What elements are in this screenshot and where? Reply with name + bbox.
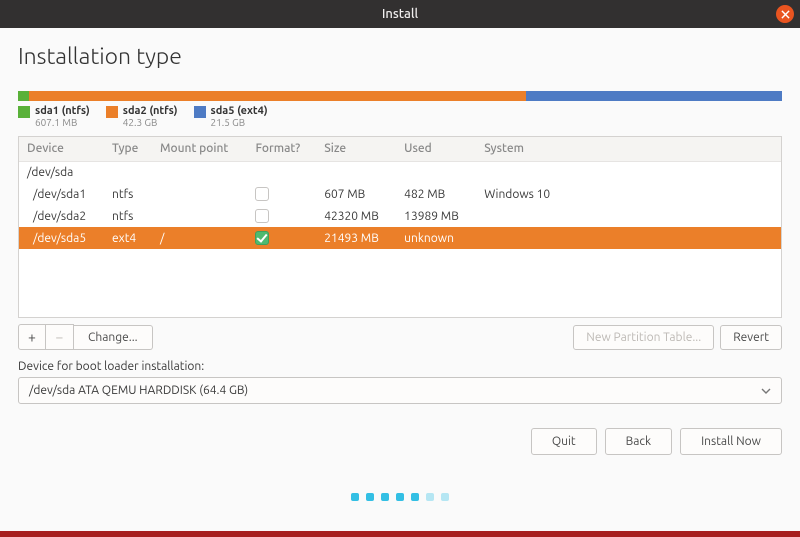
revert-button[interactable]: Revert xyxy=(720,325,782,350)
legend-swatch xyxy=(106,106,118,118)
legend-name: sda1 (ntfs) xyxy=(35,105,90,117)
progress-dot xyxy=(441,493,449,501)
cell-size: 21493 MB xyxy=(316,227,396,249)
cell-mount xyxy=(152,161,247,183)
format-checkbox[interactable] xyxy=(255,231,269,245)
table-row[interactable]: /dev/sda2 ntfs 42320 MB 13989 MB xyxy=(19,205,781,227)
window-title: Install xyxy=(382,7,418,21)
progress-dot xyxy=(411,493,419,501)
progress-dot xyxy=(396,493,404,501)
legend-swatch xyxy=(18,106,30,118)
col-size[interactable]: Size xyxy=(316,137,396,161)
footer-stripe xyxy=(0,531,800,537)
chevron-down-icon xyxy=(761,384,771,397)
cell-used: unknown xyxy=(396,227,476,249)
cell-format xyxy=(247,161,316,183)
cell-size xyxy=(316,161,396,183)
table-header: Device Type Mount point Format? Size Use… xyxy=(19,137,781,161)
format-checkbox[interactable] xyxy=(255,187,269,201)
progress-dot xyxy=(381,493,389,501)
col-device[interactable]: Device xyxy=(19,137,104,161)
cell-system xyxy=(476,161,781,183)
cell-type: ext4 xyxy=(104,227,152,249)
remove-partition-button[interactable]: − xyxy=(46,324,74,350)
legend-name: sda2 (ntfs) xyxy=(123,105,178,117)
legend-name: sda5 (ext4) xyxy=(211,105,268,117)
cell-device: /dev/sda5 xyxy=(19,227,104,249)
cell-system xyxy=(476,227,781,249)
legend-item: sda1 (ntfs) 607.1 MB xyxy=(18,105,90,128)
cell-format xyxy=(247,205,316,227)
table-row[interactable]: /dev/sda1 ntfs 607 MB 482 MB Windows 10 xyxy=(19,183,781,205)
legend-swatch xyxy=(194,106,206,118)
cell-device: /dev/sda1 xyxy=(19,183,104,205)
progress-dot xyxy=(351,493,359,501)
disk-usage-bar xyxy=(18,91,782,101)
table-body: /dev/sda /dev/sda1 ntfs 607 MB 482 MB Wi… xyxy=(19,161,781,249)
legend-item: sda2 (ntfs) 42.3 GB xyxy=(106,105,178,128)
cell-type: ntfs xyxy=(104,183,152,205)
usage-segment xyxy=(29,91,526,101)
cell-used: 13989 MB xyxy=(396,205,476,227)
table-empty-space xyxy=(19,249,781,317)
partition-table: Device Type Mount point Format? Size Use… xyxy=(18,136,782,318)
col-system[interactable]: System xyxy=(476,137,781,161)
col-format[interactable]: Format? xyxy=(247,137,316,161)
table-row[interactable]: /dev/sda5 ext4 / 21493 MB unknown xyxy=(19,227,781,249)
cell-device: /dev/sda xyxy=(19,161,104,183)
col-mount[interactable]: Mount point xyxy=(152,137,247,161)
disk-legend: sda1 (ntfs) 607.1 MB sda2 (ntfs) 42.3 GB… xyxy=(18,105,782,128)
cell-type xyxy=(104,161,152,183)
cell-used xyxy=(396,161,476,183)
cell-system: Windows 10 xyxy=(476,183,781,205)
legend-size: 42.3 GB xyxy=(123,117,178,128)
cell-format xyxy=(247,227,316,249)
bootloader-label: Device for boot loader installation: xyxy=(18,360,782,373)
col-type[interactable]: Type xyxy=(104,137,152,161)
titlebar: Install xyxy=(0,0,800,28)
cell-device: /dev/sda2 xyxy=(19,205,104,227)
cell-size: 42320 MB xyxy=(316,205,396,227)
cell-mount xyxy=(152,205,247,227)
change-partition-button[interactable]: Change... xyxy=(74,325,153,350)
new-partition-table-button[interactable]: New Partition Table... xyxy=(573,325,714,350)
cell-mount: / xyxy=(152,227,247,249)
cell-system xyxy=(476,205,781,227)
usage-segment xyxy=(18,91,29,101)
legend-item: sda5 (ext4) 21.5 GB xyxy=(194,105,268,128)
bootloader-selected: /dev/sda ATA QEMU HARDDISK (64.4 GB) xyxy=(29,384,248,397)
legend-size: 607.1 MB xyxy=(35,117,90,128)
partition-toolbar: + − Change... New Partition Table... Rev… xyxy=(18,324,782,350)
cell-used: 482 MB xyxy=(396,183,476,205)
cell-mount xyxy=(152,183,247,205)
cell-size: 607 MB xyxy=(316,183,396,205)
close-icon xyxy=(781,10,790,19)
cell-type: ntfs xyxy=(104,205,152,227)
nav-buttons: Quit Back Install Now xyxy=(18,428,782,455)
quit-button[interactable]: Quit xyxy=(531,428,597,455)
add-partition-button[interactable]: + xyxy=(18,324,46,350)
cell-format xyxy=(247,183,316,205)
usage-segment xyxy=(526,91,782,101)
bootloader-device-select[interactable]: /dev/sda ATA QEMU HARDDISK (64.4 GB) xyxy=(18,377,782,404)
progress-dot xyxy=(426,493,434,501)
content-area: Installation type sda1 (ntfs) 607.1 MB s… xyxy=(0,28,800,455)
page-title: Installation type xyxy=(18,44,782,69)
back-button[interactable]: Back xyxy=(605,428,672,455)
col-used[interactable]: Used xyxy=(396,137,476,161)
install-now-button[interactable]: Install Now xyxy=(680,428,782,455)
progress-dot xyxy=(366,493,374,501)
format-checkbox[interactable] xyxy=(255,209,269,223)
legend-size: 21.5 GB xyxy=(211,117,268,128)
progress-dots xyxy=(0,493,800,501)
table-row[interactable]: /dev/sda xyxy=(19,161,781,183)
close-button[interactable] xyxy=(776,5,794,23)
